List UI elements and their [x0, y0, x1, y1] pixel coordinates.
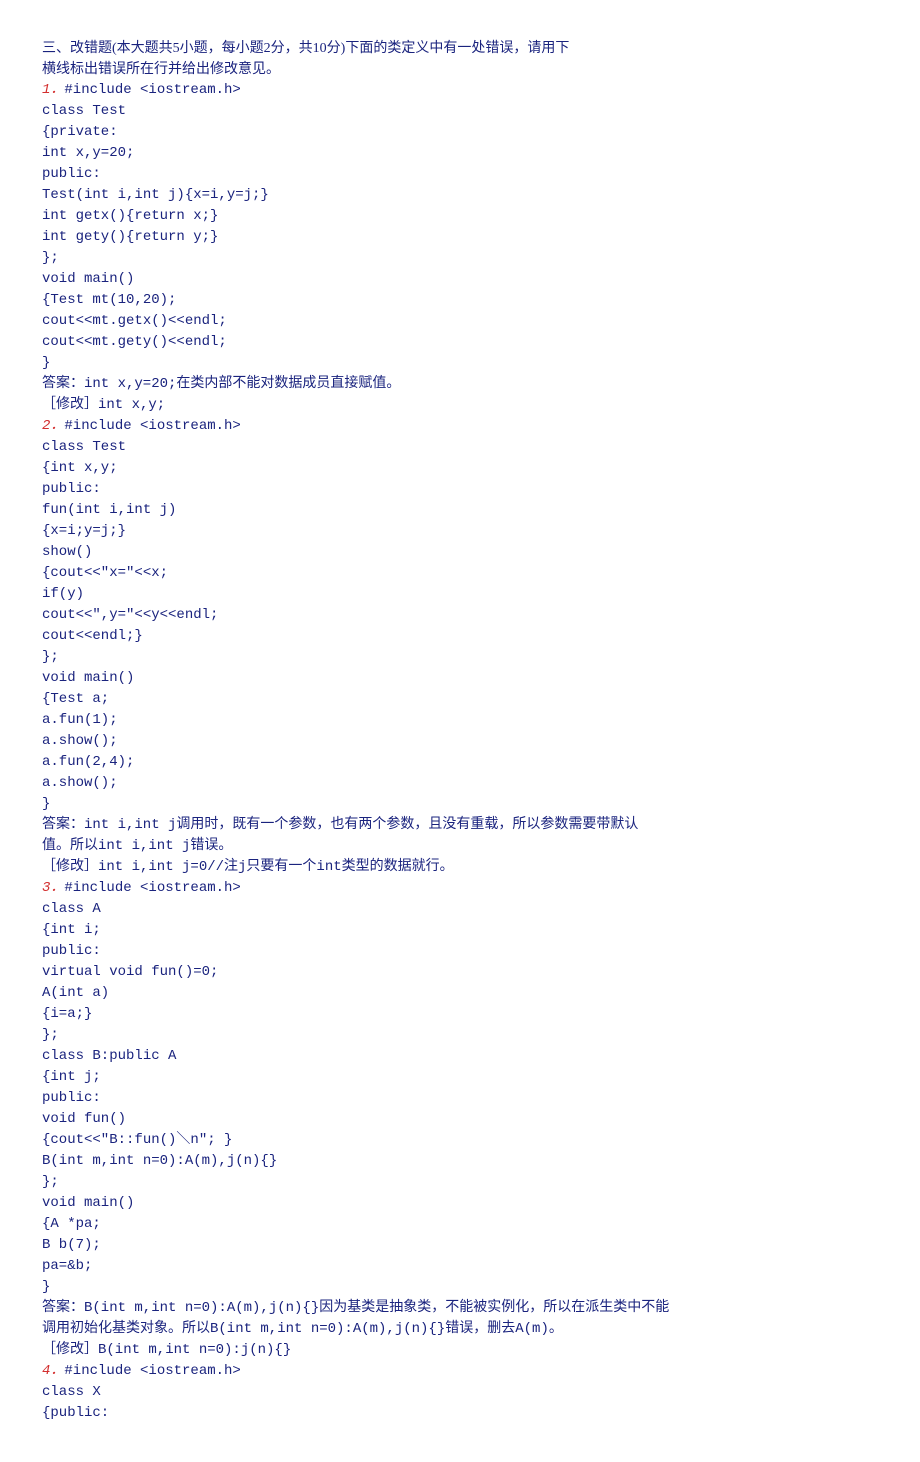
- q1-code: class Test: [42, 101, 882, 122]
- q1-code: int x,y=20;: [42, 143, 882, 164]
- q3-code: }: [42, 1277, 882, 1298]
- q1-code: {Test mt(10,20);: [42, 290, 882, 311]
- q3-line: 3．#include <iostream.h>: [42, 878, 882, 899]
- q1-include: #include <iostream.h>: [64, 82, 240, 98]
- q3-answer: 调用初始化基类对象。所以B(int m,int n=0):A(m),j(n){}…: [42, 1319, 882, 1340]
- q4-code: {public:: [42, 1403, 882, 1424]
- q2-code: fun(int i,int j): [42, 500, 882, 521]
- q3-code: {cout<<"B::fun()＼n"; }: [42, 1130, 882, 1151]
- q4-line: 4．#include <iostream.h>: [42, 1361, 882, 1382]
- q2-code: a.fun(1);: [42, 710, 882, 731]
- q2-code: if(y): [42, 584, 882, 605]
- q1-code: public:: [42, 164, 882, 185]
- q2-code: void main(): [42, 668, 882, 689]
- q2-include: #include <iostream.h>: [64, 418, 240, 434]
- q3-code: {i=a;}: [42, 1004, 882, 1025]
- q3-code: class B:public A: [42, 1046, 882, 1067]
- q2-code: show(): [42, 542, 882, 563]
- q3-include: #include <iostream.h>: [64, 880, 240, 896]
- q4-include: #include <iostream.h>: [64, 1363, 240, 1379]
- q1-code: Test(int i,int j){x=i,y=j;}: [42, 185, 882, 206]
- q2-answer: 值。所以int i,int j错误。: [42, 836, 882, 857]
- q2-code: cout<<",y="<<y<<endl;: [42, 605, 882, 626]
- q2-number: 2．: [42, 418, 64, 434]
- q3-fix: ［修改］B(int m,int n=0):j(n){}: [42, 1340, 882, 1361]
- q3-code: {int j;: [42, 1067, 882, 1088]
- q2-code: class Test: [42, 437, 882, 458]
- q3-code: B(int m,int n=0):A(m),j(n){}: [42, 1151, 882, 1172]
- q3-code: {A *pa;: [42, 1214, 882, 1235]
- q3-code: };: [42, 1025, 882, 1046]
- q1-code: cout<<mt.getx()<<endl;: [42, 311, 882, 332]
- q2-code: cout<<endl;}: [42, 626, 882, 647]
- q2-code: {Test a;: [42, 689, 882, 710]
- q1-fix: ［修改］int x,y;: [42, 395, 882, 416]
- q2-fix: ［修改］int i,int j=0//注j只要有一个int类型的数据就行。: [42, 857, 882, 878]
- q2-code: {cout<<"x="<<x;: [42, 563, 882, 584]
- q4-code: class X: [42, 1382, 882, 1403]
- q1-code: void main(): [42, 269, 882, 290]
- q3-code: void fun(): [42, 1109, 882, 1130]
- q2-code: };: [42, 647, 882, 668]
- q3-code: class A: [42, 899, 882, 920]
- q1-code: cout<<mt.gety()<<endl;: [42, 332, 882, 353]
- q1-code: int getx(){return x;}: [42, 206, 882, 227]
- q2-code: {int x,y;: [42, 458, 882, 479]
- q1-code: };: [42, 248, 882, 269]
- q2-code: {x=i;y=j;}: [42, 521, 882, 542]
- q3-code: B b(7);: [42, 1235, 882, 1256]
- q2-code: }: [42, 794, 882, 815]
- section-header-line1: 三、改错题(本大题共5小题，每小题2分，共10分)下面的类定义中有一处错误，请用…: [42, 38, 882, 59]
- q1-line: 1．#include <iostream.h>: [42, 80, 882, 101]
- q3-code: A(int a): [42, 983, 882, 1004]
- q2-line: 2．#include <iostream.h>: [42, 416, 882, 437]
- q3-code: public:: [42, 941, 882, 962]
- section-header-line2: 横线标出错误所在行并给出修改意见。: [42, 59, 882, 80]
- q2-code: a.show();: [42, 773, 882, 794]
- q3-code: public:: [42, 1088, 882, 1109]
- q3-answer: 答案：B(int m,int n=0):A(m),j(n){}因为基类是抽象类，…: [42, 1298, 882, 1319]
- q3-code: void main(): [42, 1193, 882, 1214]
- q4-number: 4．: [42, 1363, 64, 1379]
- q1-code: int gety(){return y;}: [42, 227, 882, 248]
- q3-code: virtual void fun()=0;: [42, 962, 882, 983]
- q1-answer: 答案：int x,y=20;在类内部不能对数据成员直接赋值。: [42, 374, 882, 395]
- q1-number: 1．: [42, 82, 64, 98]
- q1-code: }: [42, 353, 882, 374]
- q3-number: 3．: [42, 880, 64, 896]
- q2-code: a.fun(2,4);: [42, 752, 882, 773]
- q2-answer: 答案：int i,int j调用时，既有一个参数，也有两个参数，且没有重载，所以…: [42, 815, 882, 836]
- q3-code: };: [42, 1172, 882, 1193]
- q2-code: a.show();: [42, 731, 882, 752]
- q1-code: {private:: [42, 122, 882, 143]
- q2-code: public:: [42, 479, 882, 500]
- q3-code: pa=&b;: [42, 1256, 882, 1277]
- q3-code: {int i;: [42, 920, 882, 941]
